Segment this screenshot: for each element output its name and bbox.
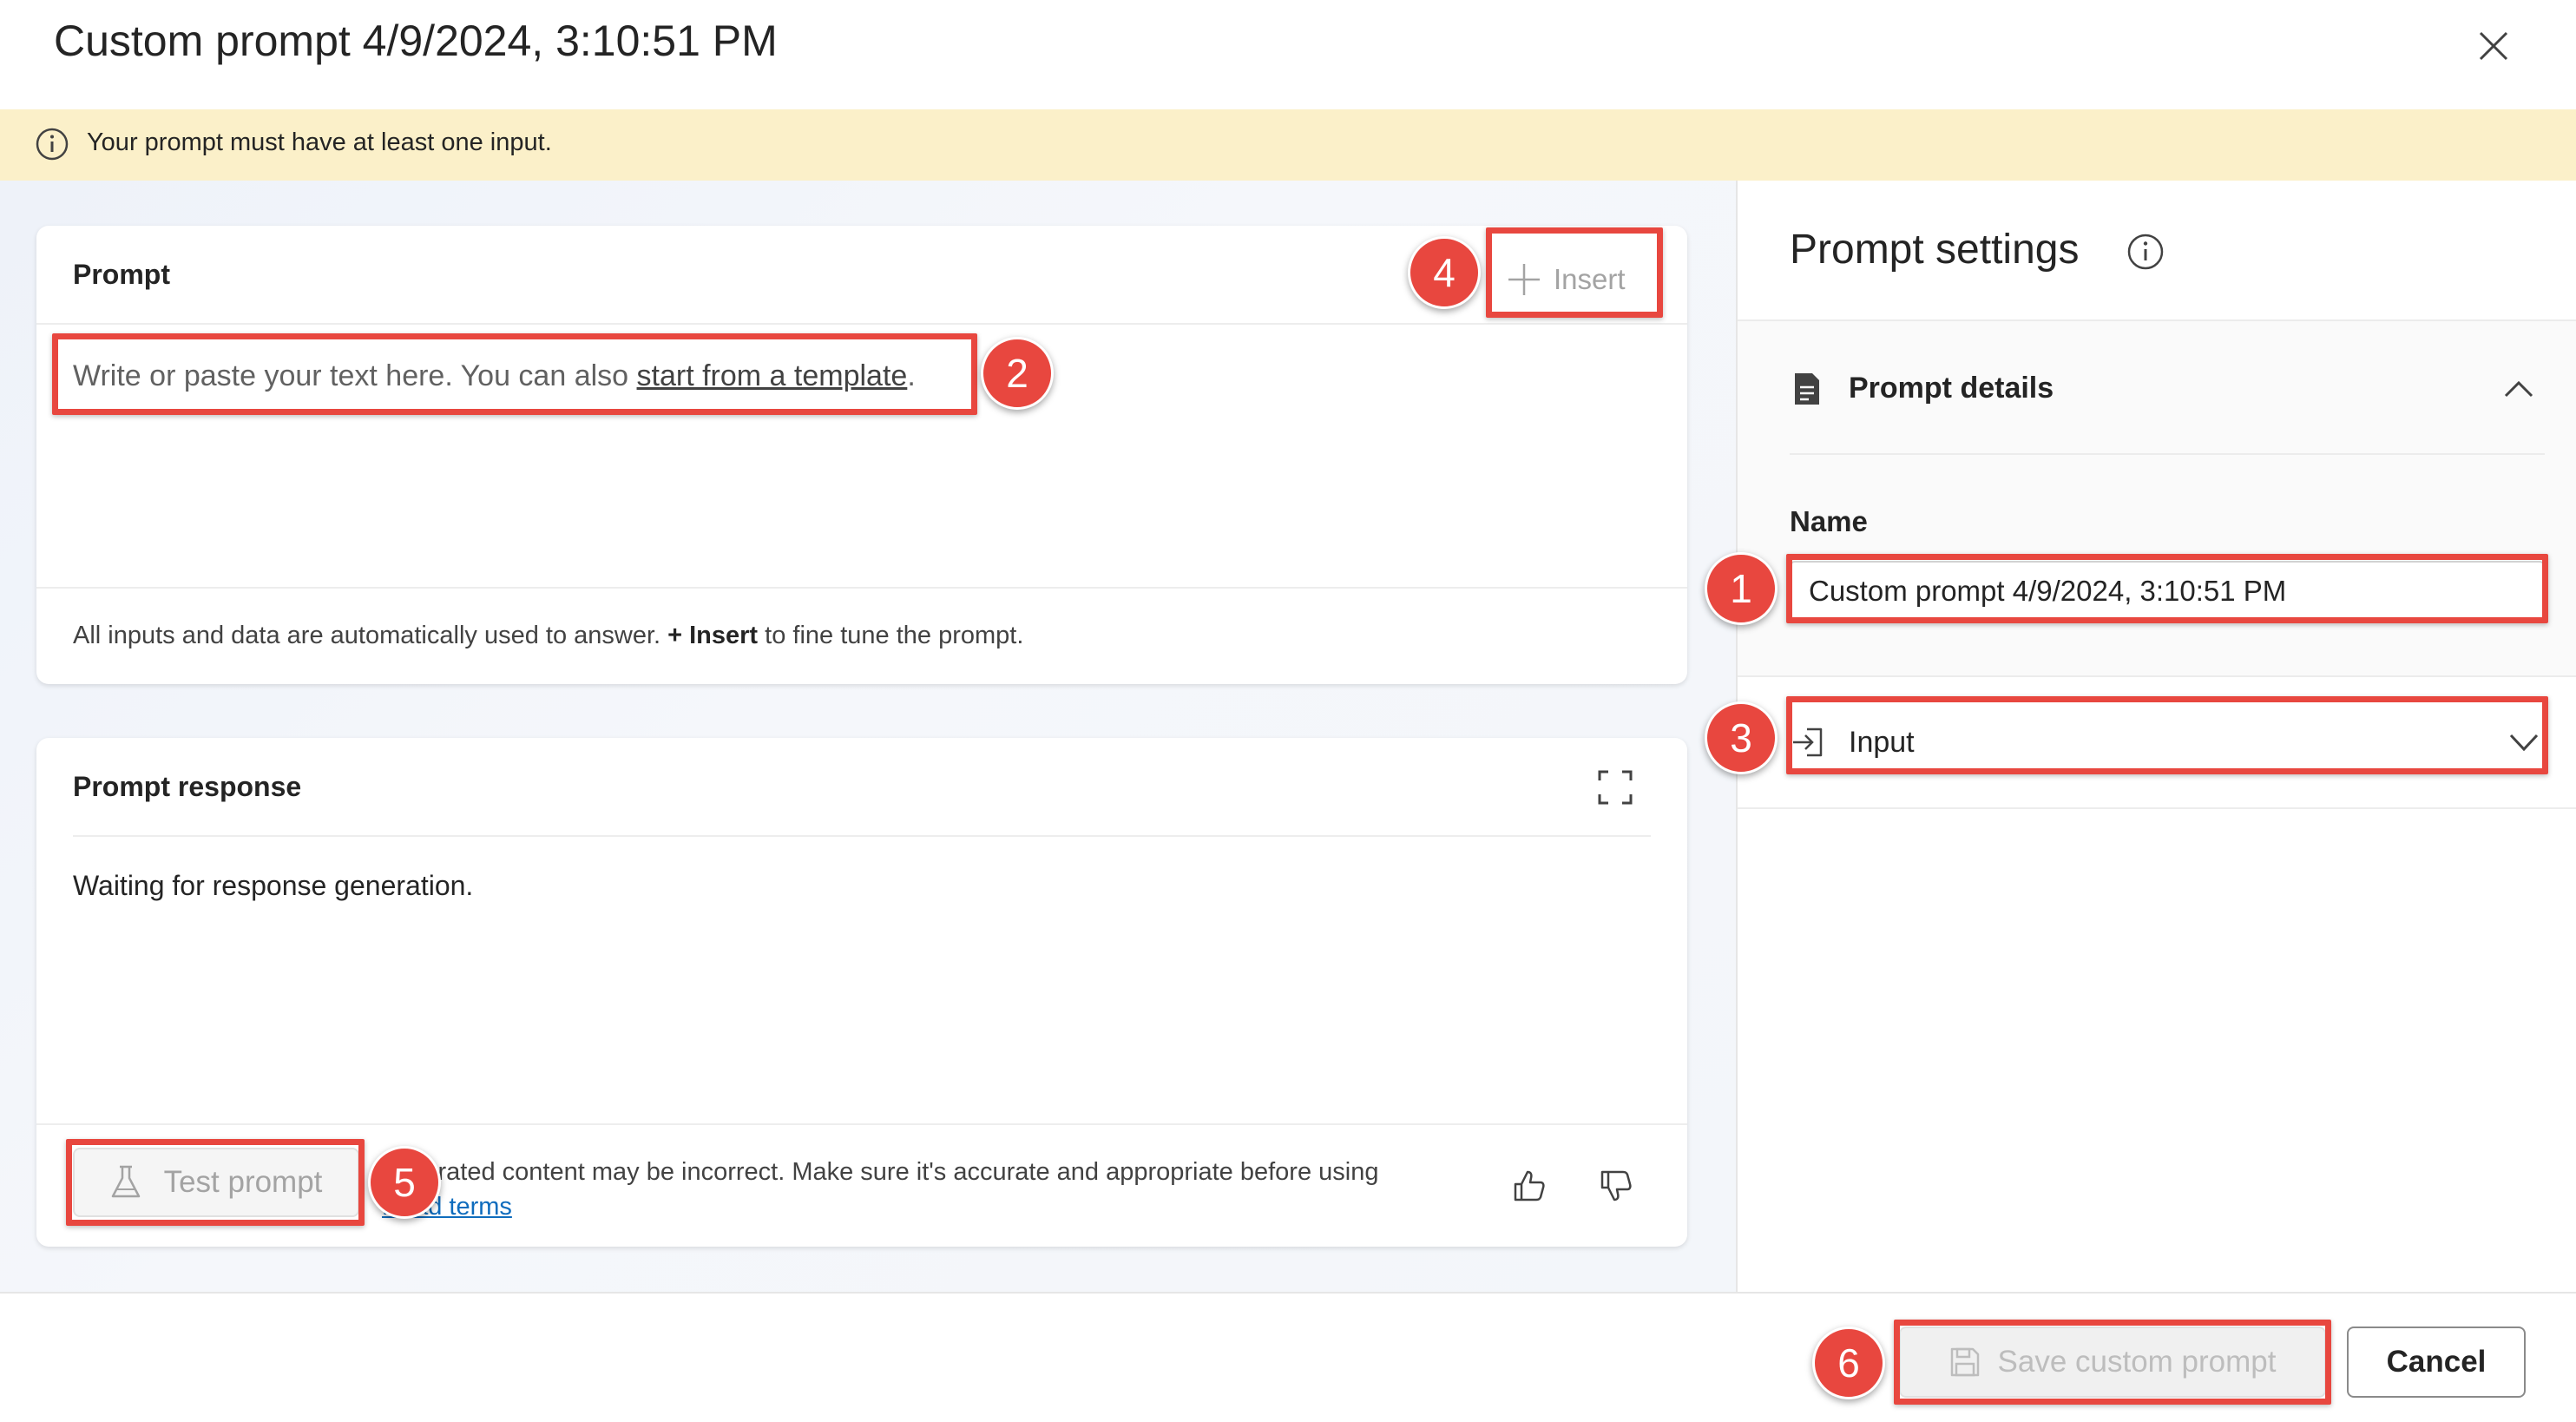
prompt-footer-divider bbox=[36, 587, 1687, 589]
prompt-details-label: Prompt details bbox=[1849, 372, 2054, 405]
banner-message: Your prompt must have at least one input… bbox=[87, 128, 552, 156]
settings-title: Prompt settings bbox=[1790, 227, 2080, 273]
document-icon bbox=[1795, 373, 1819, 405]
callout-box-input bbox=[1786, 696, 2548, 774]
name-label: Name bbox=[1790, 505, 1868, 537]
response-status: Waiting for response generation. bbox=[73, 870, 474, 901]
disclaimer-text: generated content may be incorrect. Make… bbox=[382, 1158, 1379, 1186]
ai-disclaimer: generated content may be incorrect. Make… bbox=[382, 1155, 1484, 1224]
callout-box-prompt bbox=[52, 333, 977, 415]
callout-badge-3: 3 bbox=[1705, 701, 1778, 774]
chevron-up-icon bbox=[2504, 380, 2533, 398]
thumbs-down-button[interactable] bbox=[1592, 1162, 1640, 1210]
prompt-details-toggle[interactable]: Prompt details bbox=[1790, 363, 2536, 415]
dialog-header: Custom prompt 4/9/2024, 3:10:51 PM bbox=[0, 0, 2576, 109]
info-icon bbox=[36, 128, 69, 161]
settings-divider bbox=[1738, 319, 2576, 321]
close-icon bbox=[2479, 31, 2508, 61]
callout-badge-6: 6 bbox=[1812, 1327, 1885, 1399]
input-section-divider-top bbox=[1738, 675, 2576, 677]
warning-banner: Your prompt must have at least one input… bbox=[0, 109, 2576, 181]
dialog-title: Custom prompt 4/9/2024, 3:10:51 PM bbox=[54, 16, 778, 65]
info-icon[interactable] bbox=[2126, 233, 2165, 271]
prompt-footer-prefix: All inputs and data are automatically us… bbox=[73, 622, 668, 649]
details-divider bbox=[1790, 453, 2545, 455]
response-card-divider bbox=[73, 835, 1651, 837]
thumbs-up-button[interactable] bbox=[1505, 1162, 1554, 1210]
expand-icon[interactable] bbox=[1597, 769, 1633, 806]
callout-badge-5: 5 bbox=[368, 1146, 441, 1219]
input-section-divider-bottom bbox=[1738, 807, 2576, 809]
prompt-footer-suffix: to fine tune the prompt. bbox=[758, 622, 1024, 649]
response-card-title: Prompt response bbox=[73, 771, 302, 802]
callout-box-save bbox=[1894, 1320, 2331, 1405]
cancel-button[interactable]: Cancel bbox=[2347, 1327, 2526, 1398]
callout-box-insert bbox=[1486, 227, 1663, 318]
prompt-card-divider bbox=[36, 323, 1687, 325]
prompt-footer-hint: All inputs and data are automatically us… bbox=[73, 622, 1023, 650]
prompt-card-title: Prompt bbox=[73, 259, 170, 290]
callout-box-test bbox=[66, 1139, 365, 1226]
thumbs-up-icon bbox=[1514, 1170, 1545, 1201]
callout-badge-2: 2 bbox=[981, 337, 1054, 410]
callout-box-name bbox=[1786, 554, 2548, 623]
callout-badge-1: 1 bbox=[1705, 552, 1778, 625]
callout-badge-4: 4 bbox=[1408, 236, 1481, 309]
prompt-footer-insert: + Insert bbox=[667, 622, 759, 649]
close-button[interactable] bbox=[2463, 16, 2524, 76]
response-footer-divider bbox=[36, 1123, 1687, 1125]
thumbs-down-icon bbox=[1600, 1170, 1632, 1201]
